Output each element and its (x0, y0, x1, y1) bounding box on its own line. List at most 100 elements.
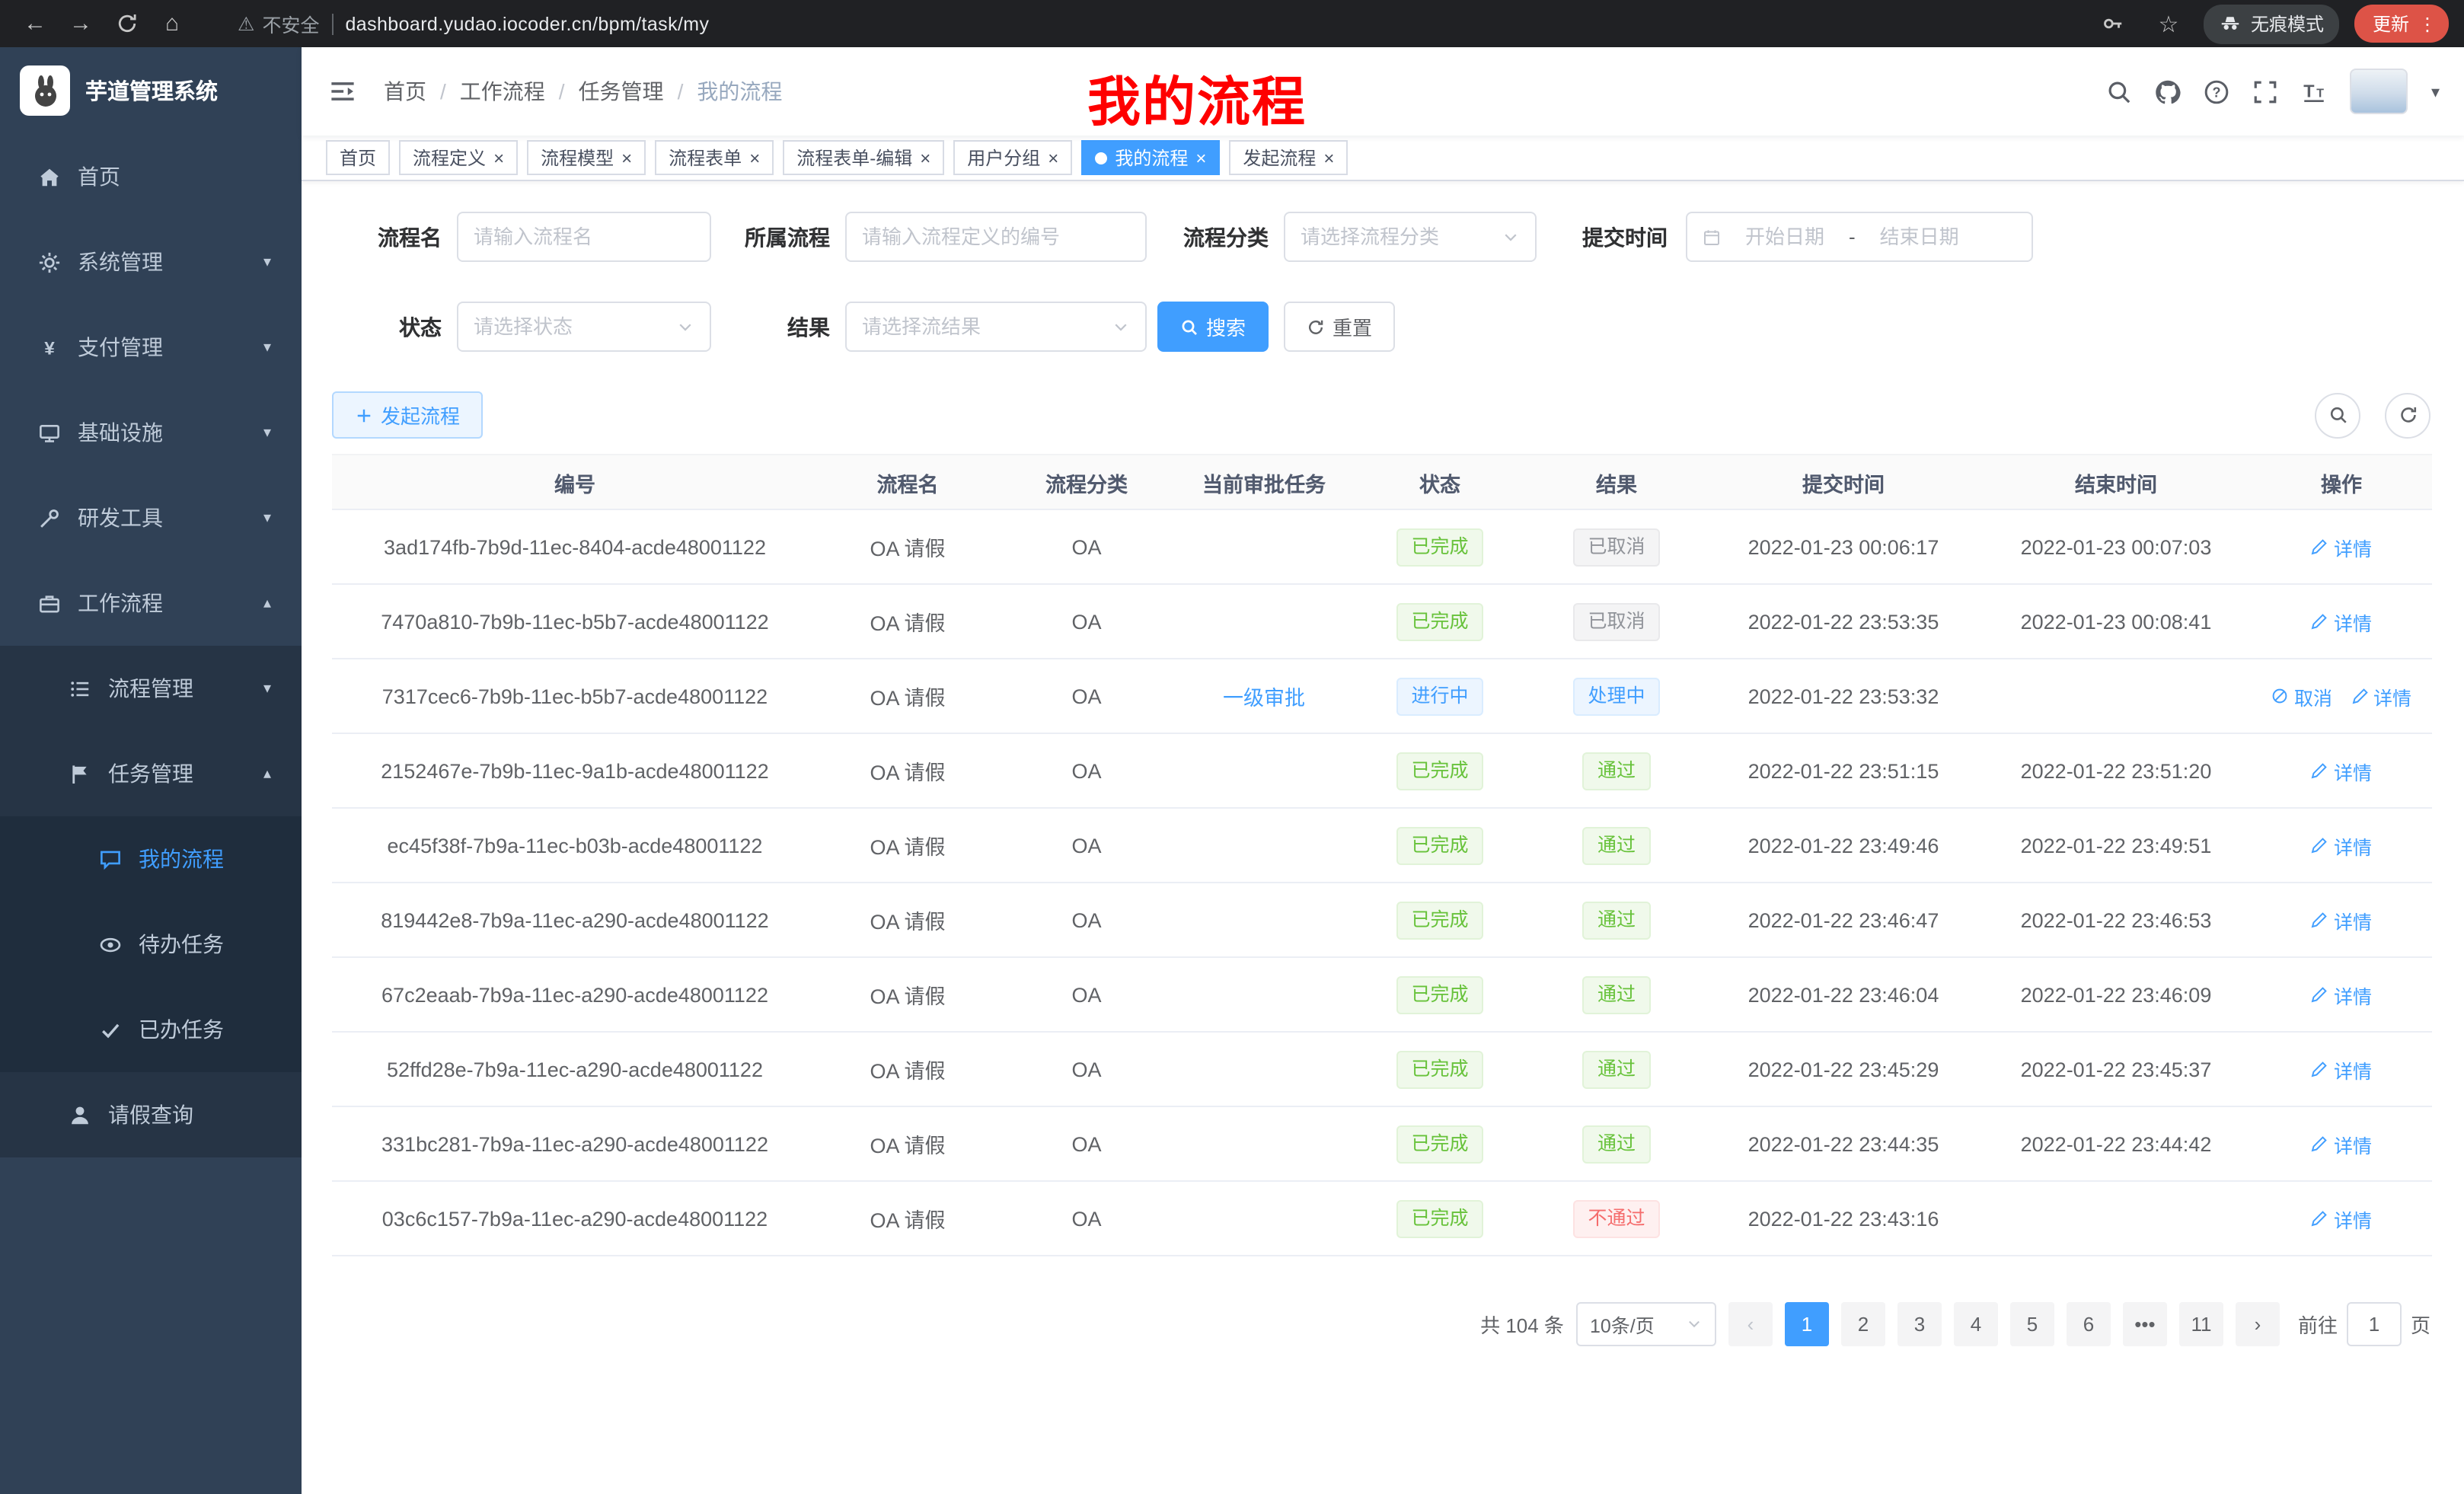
search-button[interactable]: 搜索 (1157, 302, 1269, 352)
close-icon[interactable]: × (1048, 148, 1058, 167)
sidebar-item-label: 支付管理 (78, 332, 163, 362)
prev-page-button[interactable]: ‹ (1728, 1302, 1773, 1346)
sidebar-item-done-tasks[interactable]: 已办任务 (0, 987, 302, 1072)
hamburger-icon[interactable] (329, 78, 356, 105)
fullscreen-icon[interactable] (2253, 78, 2279, 104)
update-button[interactable]: 更新 ⋮ (2354, 5, 2449, 43)
reload-icon[interactable] (107, 4, 146, 43)
breadcrumb-item[interactable]: 首页 (384, 76, 426, 107)
sidebar-item-task-management[interactable]: 任务管理▴ (0, 731, 302, 816)
detail-link[interactable]: 详情 (2311, 532, 2372, 561)
github-icon[interactable] (2156, 78, 2182, 104)
cell-process-name: OA 请假 (818, 808, 997, 883)
app-logo[interactable]: 芋道管理系统 (0, 47, 302, 134)
date-range-input[interactable]: - (1686, 212, 2033, 262)
tab-process-form[interactable]: 流程表单× (655, 140, 774, 175)
sidebar-item-process-management[interactable]: 流程管理▾ (0, 646, 302, 731)
detail-link[interactable]: 详情 (2311, 905, 2372, 934)
refresh-button[interactable] (2385, 392, 2430, 438)
warning-icon: ⚠ (238, 12, 254, 35)
avatar[interactable] (2351, 69, 2408, 114)
page-button-11[interactable]: 11 (2179, 1302, 2223, 1346)
tab-user-group[interactable]: 用户分组× (953, 140, 1072, 175)
breadcrumb-item[interactable]: 任务管理 (579, 76, 664, 107)
detail-link[interactable]: 详情 (2311, 831, 2372, 860)
reset-button[interactable]: 重置 (1284, 302, 1395, 352)
sidebar-item-dev-tools[interactable]: 研发工具▾ (0, 475, 302, 560)
flag-icon (67, 762, 93, 785)
tab-process-model[interactable]: 流程模型× (527, 140, 646, 175)
process-definition-input[interactable] (845, 212, 1147, 262)
page-button-1[interactable]: 1 (1785, 1302, 1829, 1346)
close-icon[interactable]: × (493, 148, 504, 167)
cancel-link[interactable]: 取消 (2271, 682, 2332, 710)
tab-process-form-edit[interactable]: 流程表单-编辑× (783, 140, 944, 175)
create-process-button[interactable]: 发起流程 (332, 391, 483, 439)
font-size-icon[interactable]: TT (2302, 78, 2328, 104)
cell-current-task[interactable]: 一级审批 (1176, 659, 1352, 733)
start-date-input[interactable] (1730, 225, 1840, 248)
page-size-select[interactable]: 10条/页 (1576, 1302, 1716, 1346)
cell-end-time: 2022-01-23 00:07:03 (1981, 509, 2251, 584)
forward-icon[interactable]: → (61, 4, 101, 43)
key-icon[interactable] (2094, 4, 2134, 43)
url-text[interactable]: dashboard.yudao.iocoder.cn/bpm/task/my (345, 13, 709, 34)
page-button-2[interactable]: 2 (1841, 1302, 1885, 1346)
cell-result: 处理中 (1527, 659, 1706, 733)
sidebar-item-my-process[interactable]: 我的流程 (0, 816, 302, 902)
show-search-button[interactable] (2315, 392, 2360, 438)
detail-link[interactable]: 详情 (2311, 1129, 2372, 1158)
cell-process-name: OA 请假 (818, 584, 997, 659)
security-warning[interactable]: ⚠不安全 (238, 9, 319, 38)
menu-dots-icon[interactable]: ⋮ (2418, 13, 2437, 34)
more-pages-button[interactable]: ••• (2123, 1302, 2167, 1346)
chevron-down-icon[interactable]: ▾ (2431, 81, 2440, 101)
sidebar-item-infrastructure[interactable]: 基础设施▾ (0, 390, 302, 475)
next-page-button[interactable]: › (2236, 1302, 2280, 1346)
result-select[interactable] (845, 302, 1147, 352)
page-button-3[interactable]: 3 (1897, 1302, 1942, 1346)
close-icon[interactable]: × (749, 148, 760, 167)
back-icon[interactable]: ← (15, 4, 55, 43)
tab-home[interactable]: 首页 (326, 140, 390, 175)
table-row: 3ad174fb-7b9d-11ec-8404-acde48001122OA 请… (332, 509, 2432, 584)
detail-link[interactable]: 详情 (2311, 607, 2372, 636)
detail-link[interactable]: 详情 (2351, 682, 2411, 710)
close-icon[interactable]: × (920, 148, 930, 167)
page-button-4[interactable]: 4 (1954, 1302, 1998, 1346)
tab-my-process[interactable]: 我的流程× (1081, 140, 1220, 175)
sidebar-item-leave-query[interactable]: 请假查询 (0, 1072, 302, 1157)
bookmark-star-icon[interactable]: ☆ (2149, 4, 2188, 43)
detail-link[interactable]: 详情 (2311, 980, 2372, 1009)
detail-link[interactable]: 详情 (2311, 1055, 2372, 1084)
process-name-input[interactable] (457, 212, 711, 262)
tab-process-definition[interactable]: 流程定义× (399, 140, 518, 175)
home-icon[interactable]: ⌂ (152, 4, 192, 43)
sidebar-item-todo-tasks[interactable]: 待办任务 (0, 902, 302, 987)
close-icon[interactable]: × (1323, 148, 1334, 167)
address-bar[interactable]: ⚠不安全 dashboard.yudao.iocoder.cn/bpm/task… (238, 9, 2088, 38)
close-icon[interactable]: × (621, 148, 632, 167)
user-icon (67, 1103, 93, 1126)
page-button-6[interactable]: 6 (2067, 1302, 2111, 1346)
status-select[interactable] (457, 302, 711, 352)
detail-link[interactable]: 详情 (2311, 1204, 2372, 1233)
sidebar-item-system-management[interactable]: 系统管理▾ (0, 219, 302, 305)
cell-end-time: 2022-01-22 23:49:51 (1981, 808, 2251, 883)
cell-actions: 详情 (2251, 883, 2432, 957)
breadcrumb-item[interactable]: 工作流程 (460, 76, 545, 107)
sidebar-item-payment-management[interactable]: ¥支付管理▾ (0, 305, 302, 390)
tab-start-process[interactable]: 发起流程× (1229, 140, 1348, 175)
end-date-input[interactable] (1865, 225, 1974, 248)
sidebar-item-workflow[interactable]: 工作流程▴ (0, 560, 302, 646)
sidebar-item-home[interactable]: 首页 (0, 134, 302, 219)
close-icon[interactable]: × (1195, 148, 1206, 167)
page-button-5[interactable]: 5 (2010, 1302, 2054, 1346)
search-icon[interactable] (2107, 78, 2133, 104)
eye-icon (97, 933, 123, 956)
detail-link[interactable]: 详情 (2311, 756, 2372, 785)
goto-page-input[interactable] (2347, 1302, 2402, 1346)
help-icon[interactable]: ? (2204, 78, 2230, 104)
category-select[interactable] (1284, 212, 1537, 262)
task-link[interactable]: 一级审批 (1223, 687, 1305, 710)
